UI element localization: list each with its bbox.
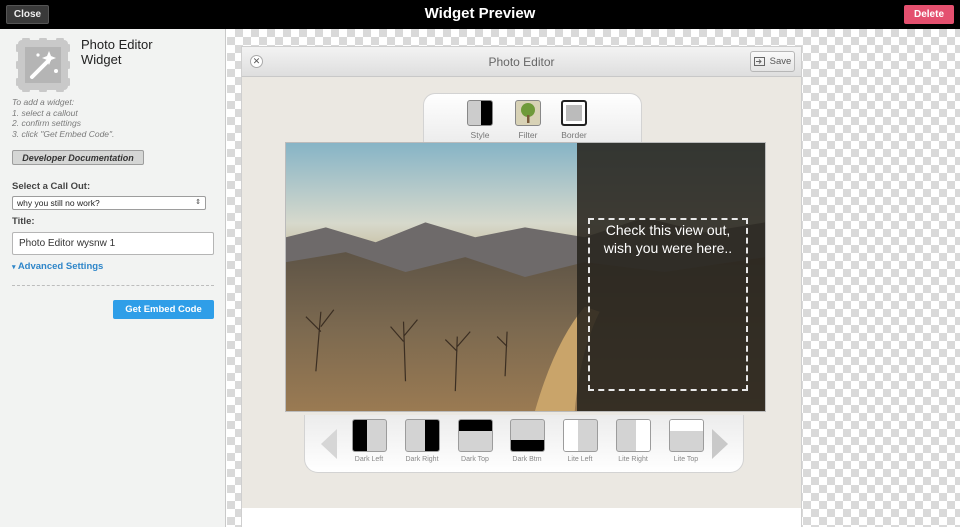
window-header: ✕ Photo Editor Save <box>242 47 801 77</box>
title-label: Title: <box>12 216 35 227</box>
lite-top-swatch-icon <box>668 419 704 452</box>
photo-editor-window: ✕ Photo Editor Save Style Filter Border <box>241 46 802 527</box>
callout-label: Select a Call Out: <box>12 181 91 192</box>
border-icon <box>561 100 587 126</box>
tool-filter[interactable]: Filter <box>508 100 548 140</box>
save-icon <box>753 57 765 66</box>
title-input[interactable]: Photo Editor wysnw 1 <box>12 232 214 255</box>
style-lite-top[interactable]: Lite Top <box>661 419 711 463</box>
delete-button[interactable]: Delete <box>904 5 954 24</box>
tool-border[interactable]: Border <box>554 100 594 140</box>
developer-documentation-button[interactable]: Developer Documentation <box>12 150 144 165</box>
tool-style[interactable]: Style <box>460 100 500 140</box>
style-lite-left[interactable]: Lite Left <box>555 419 605 463</box>
triangle-down-icon: ▾ <box>12 264 16 271</box>
dark-bottom-swatch-icon <box>509 419 545 452</box>
window-footer <box>242 508 801 527</box>
sidebar: Photo Editor Widget To add a widget: 1. … <box>0 29 226 527</box>
style-dark-left[interactable]: Dark Left <box>344 419 394 463</box>
lite-right-swatch-icon <box>615 419 651 452</box>
dark-left-swatch-icon <box>351 419 387 452</box>
select-arrows-icon: ⇕ <box>195 199 201 206</box>
top-bar: Close Widget Preview Delete <box>0 0 960 29</box>
dark-top-swatch-icon <box>457 419 493 452</box>
style-dark-btm[interactable]: Dark Btm <box>502 419 552 463</box>
photo-preview: Check this view out, wish you were here.… <box>285 142 766 412</box>
style-dark-right[interactable]: Dark Right <box>397 419 447 463</box>
callout-select[interactable]: why you still no work? ⇕ <box>12 196 206 210</box>
style-lite-right[interactable]: Lite Right <box>608 419 658 463</box>
tool-tray: Style Filter Border <box>423 93 642 143</box>
scroll-left-icon[interactable] <box>321 429 337 459</box>
lite-left-swatch-icon <box>562 419 598 452</box>
dark-right-swatch-icon <box>404 419 440 452</box>
scroll-right-icon[interactable] <box>712 429 728 459</box>
tree-filter-icon <box>515 100 541 126</box>
widget-logo-icon <box>16 38 70 92</box>
style-dark-top[interactable]: Dark Top <box>450 419 500 463</box>
style-tray: Dark Left Dark Right Dark Top Dark Btm L… <box>304 415 744 473</box>
save-button[interactable]: Save <box>750 51 795 72</box>
window-title: Photo Editor <box>488 55 555 69</box>
instructions: To add a widget: 1. select a callout 2. … <box>12 97 115 139</box>
callout-text: Check this view out, wish you were here.… <box>603 222 733 256</box>
advanced-settings-link[interactable]: ▾ Advanced Settings <box>12 261 103 272</box>
style-icon <box>467 100 493 126</box>
divider <box>12 285 214 286</box>
page-title: Widget Preview <box>424 5 536 22</box>
widget-name: Photo Editor Widget <box>81 37 153 67</box>
get-embed-code-button[interactable]: Get Embed Code <box>113 300 214 319</box>
